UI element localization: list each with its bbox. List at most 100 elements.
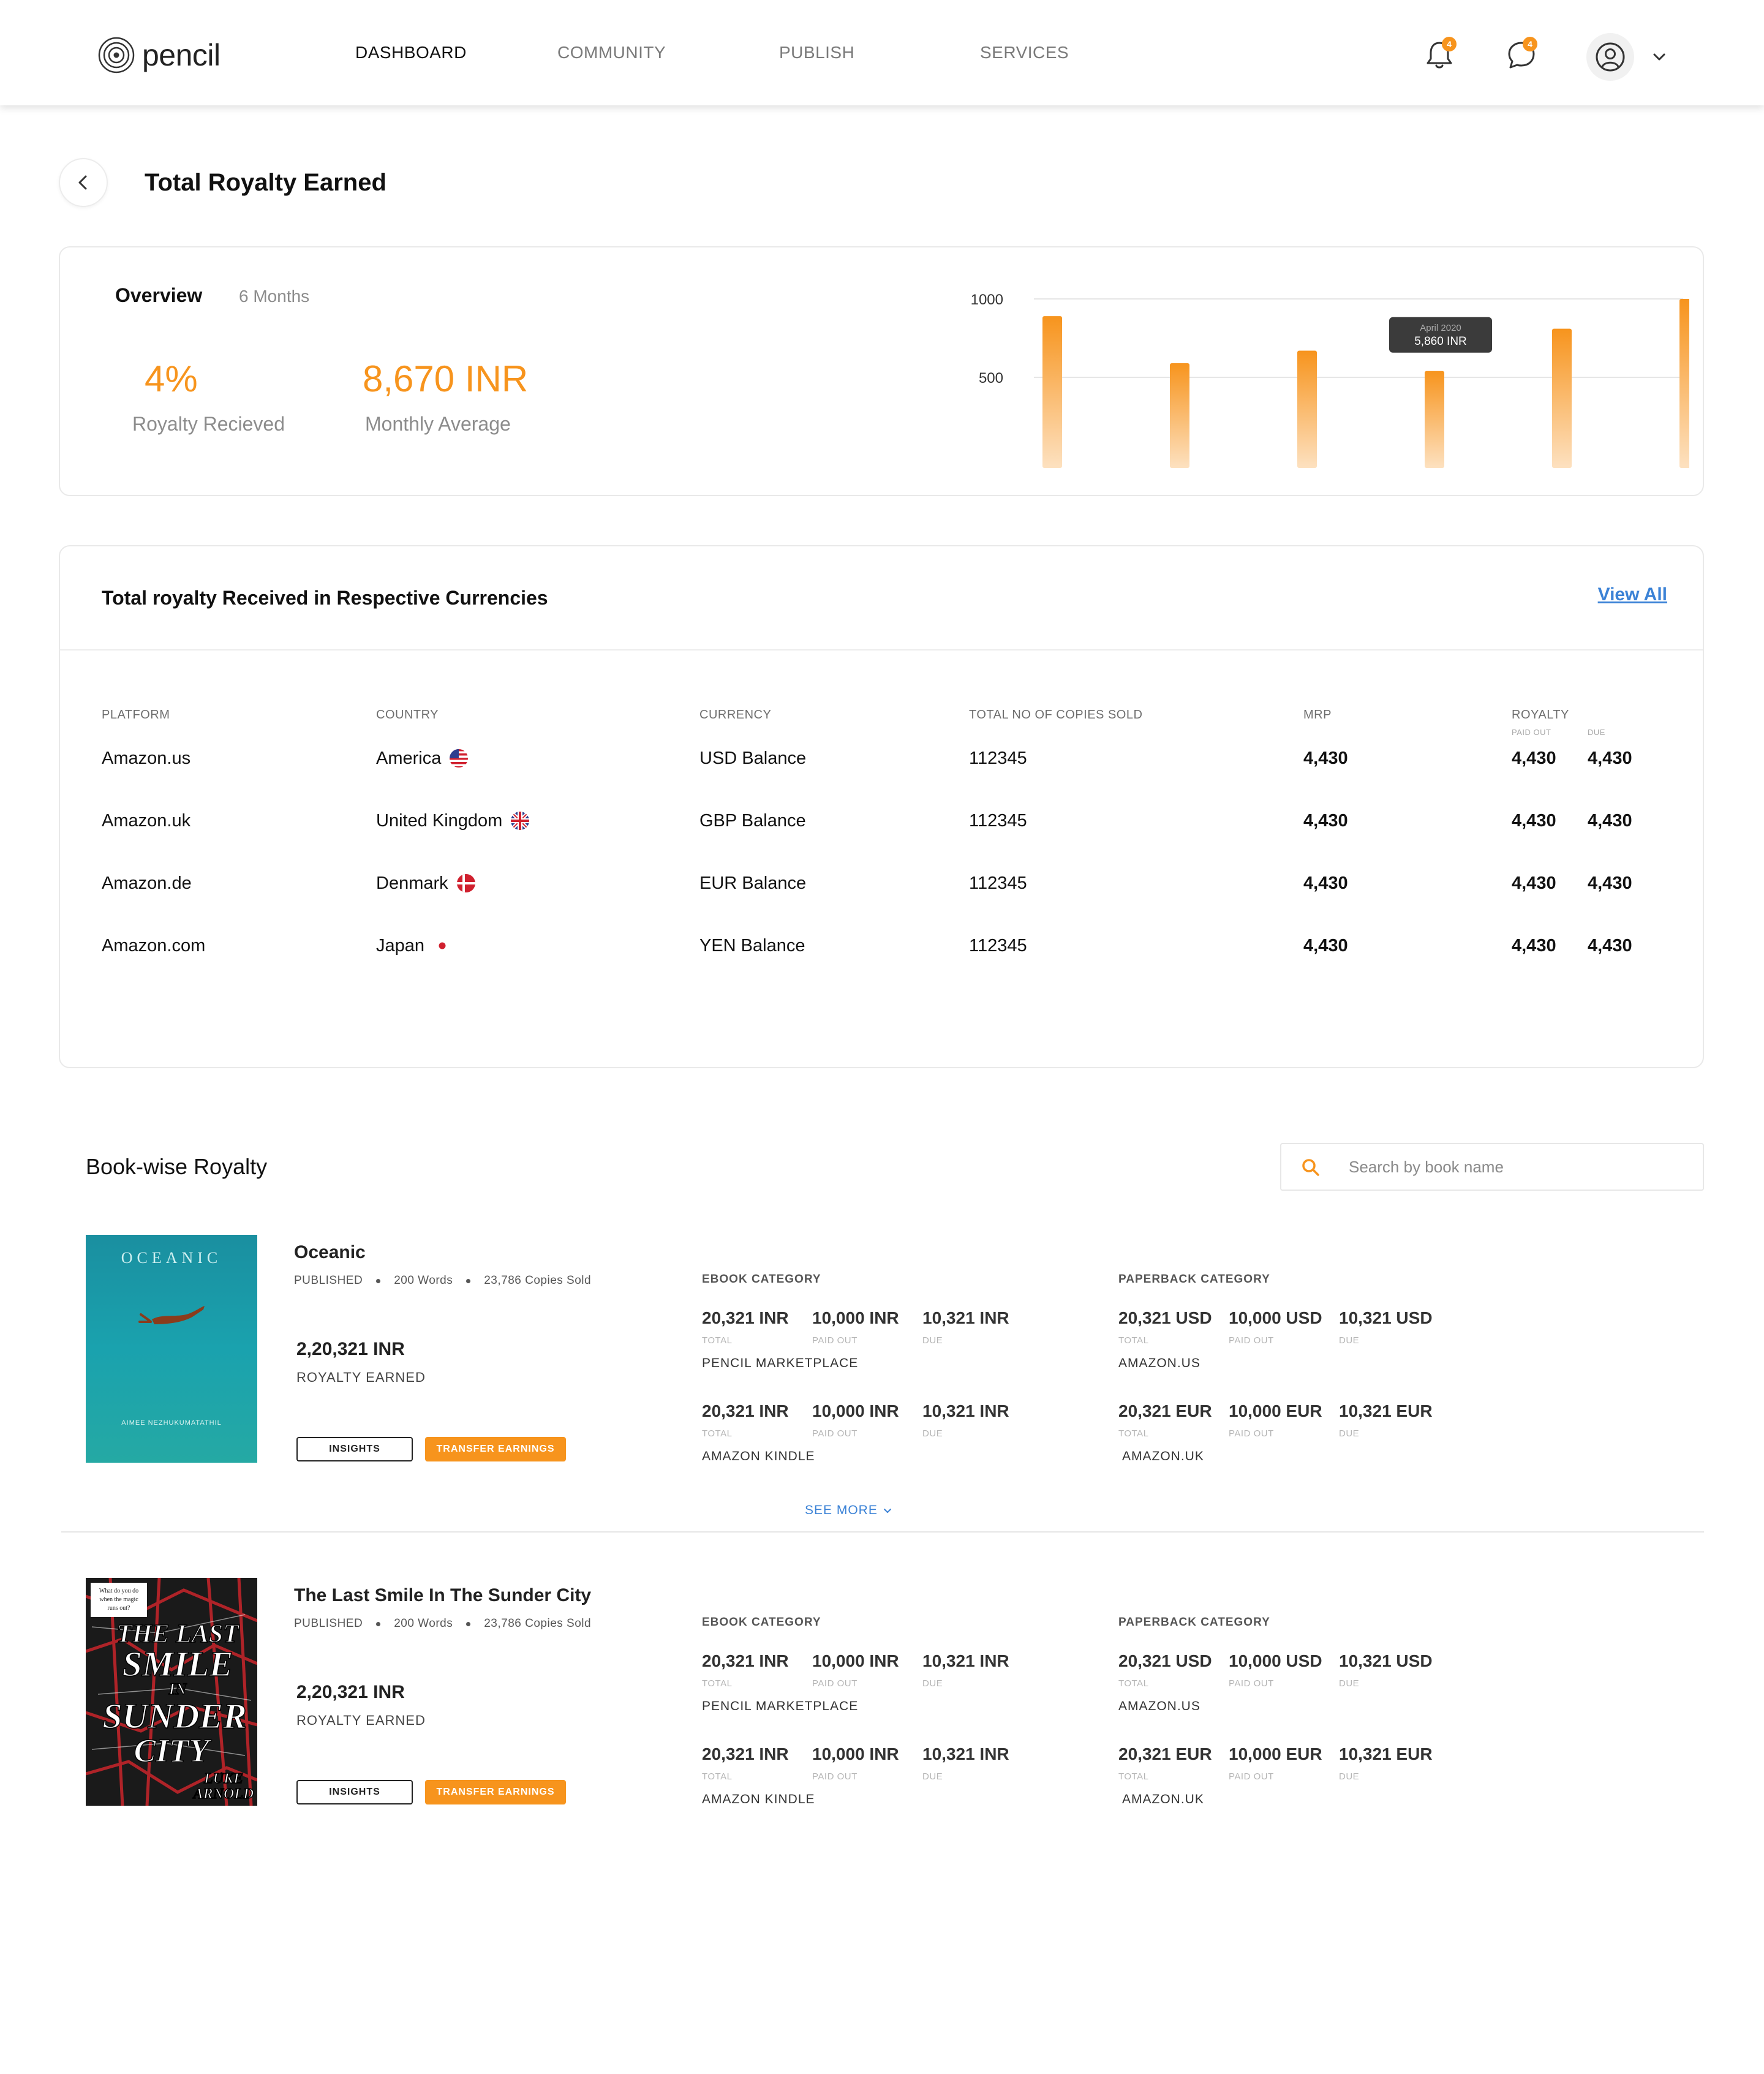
ebook-paid-out: 10,000 INR xyxy=(812,1744,899,1763)
ebook-due: 10,321 INR xyxy=(922,1401,1009,1420)
copies-cell: 112345 xyxy=(969,873,1027,893)
header-paid-out: PAID OUT xyxy=(1512,728,1551,737)
nav-community[interactable]: COMMUNITY xyxy=(557,43,666,62)
royalty-percent-label: Royalty Recieved xyxy=(132,413,285,435)
paperback-total: 20,321 EUR xyxy=(1118,1401,1212,1420)
due-label: DUE xyxy=(1339,1771,1360,1782)
profile-avatar-button[interactable] xyxy=(1586,33,1634,81)
book-cover-oceanic[interactable]: OCEANIC AIMEE NEZHUKUMATATHIL xyxy=(86,1235,257,1463)
tab-six-months[interactable]: 6 Months xyxy=(239,287,309,306)
insights-button[interactable]: INSIGHTS xyxy=(296,1780,413,1804)
japan-flag-icon xyxy=(434,937,451,954)
copies-cell: 112345 xyxy=(969,810,1027,831)
ebook-due: 10,321 INR xyxy=(922,1651,1009,1670)
transfer-earnings-button[interactable]: TRANSFER EARNINGS xyxy=(425,1437,566,1461)
paperback-due: 10,321 EUR xyxy=(1339,1401,1433,1420)
monthly-average-label: Monthly Average xyxy=(365,413,511,435)
due-cell: 4,430 xyxy=(1588,873,1632,893)
cover-title-5: CITY xyxy=(134,1732,212,1769)
cover-tagline-3: runs out? xyxy=(108,1605,131,1612)
book-search[interactable] xyxy=(1280,1143,1704,1191)
header-due: DUE xyxy=(1588,728,1605,737)
country-name: United Kingdom xyxy=(376,810,503,831)
paid-out-label: PAID OUT xyxy=(812,1771,858,1782)
paperback-category-title: PAPERBACK CATEGORY xyxy=(1118,1616,1270,1629)
paperback-platform: AMAZON.US xyxy=(1118,1356,1200,1370)
separator-dot xyxy=(376,1278,381,1283)
nav-services[interactable]: SERVICES xyxy=(980,43,1069,62)
tab-overview[interactable]: Overview xyxy=(115,284,202,307)
tooltip-date: April 2020 xyxy=(1420,323,1461,333)
ebook-paid-out: 10,000 INR xyxy=(812,1401,899,1420)
us-flag-icon xyxy=(450,749,469,767)
cover-tagline-1: What do you do xyxy=(99,1588,138,1594)
total-label: TOTAL xyxy=(702,1428,733,1439)
paperback-paid-out: 10,000 EUR xyxy=(1229,1401,1322,1420)
divider xyxy=(60,649,1703,650)
view-all-link[interactable]: View All xyxy=(1598,584,1667,605)
country-cell: Japan xyxy=(376,933,451,958)
chevron-down-icon xyxy=(883,1509,891,1513)
oceanic-cover-art: OCEANIC AIMEE NEZHUKUMATATHIL xyxy=(86,1235,257,1463)
header-currency: CURRENCY xyxy=(699,708,772,722)
see-more-link[interactable]: SEE MORE xyxy=(805,1503,894,1518)
ebook-platform: AMAZON KINDLE xyxy=(702,1792,815,1806)
chart-svg: 1000500JanFebMarAprApril 20205,860 INRMa… xyxy=(971,292,1702,500)
search-input[interactable] xyxy=(1349,1144,1692,1190)
paid-out-label: PAID OUT xyxy=(812,1678,858,1689)
back-button[interactable] xyxy=(59,158,108,207)
book-meta: PUBLISHED 200 Words 23,786 Copies Sold xyxy=(294,1274,591,1288)
due-cell: 4,430 xyxy=(1588,810,1632,831)
paperback-platform: AMAZON.UK xyxy=(1122,1449,1204,1463)
nav-publish[interactable]: PUBLISH xyxy=(779,43,854,62)
monthly-average-value: 8,670 INR xyxy=(363,358,529,399)
total-label: TOTAL xyxy=(702,1335,733,1346)
ebook-due: 10,321 INR xyxy=(922,1308,1009,1327)
divider xyxy=(61,1531,1704,1533)
total-label: TOTAL xyxy=(1118,1678,1149,1689)
copies-cell: 112345 xyxy=(969,935,1027,956)
country-name: America xyxy=(376,748,442,768)
table-row: Amazon.de Denmark EUR Balance 112345 4,4… xyxy=(60,871,1703,908)
mrp-cell: 4,430 xyxy=(1303,935,1348,956)
paid-out-label: PAID OUT xyxy=(812,1428,858,1439)
book-status: PUBLISHED xyxy=(294,1617,363,1630)
cover-title-4: SUNDER xyxy=(102,1696,246,1736)
copies-cell: 112345 xyxy=(969,748,1027,768)
paperback-total: 20,321 USD xyxy=(1118,1308,1212,1327)
ebook-category-title: EBOOK CATEGORY xyxy=(702,1273,821,1286)
due-label: DUE xyxy=(922,1678,943,1689)
due-cell: 4,430 xyxy=(1588,935,1632,956)
book-cover-last-smile[interactable]: What do you do when the magic runs out? … xyxy=(86,1578,257,1806)
top-header: pencil DASHBOARD COMMUNITY PUBLISH SERVI… xyxy=(0,0,1764,105)
mrp-cell: 4,430 xyxy=(1303,873,1348,893)
messages-button[interactable]: 4 xyxy=(1501,34,1542,76)
mrp-cell: 4,430 xyxy=(1303,810,1348,831)
platform-cell: Amazon.com xyxy=(102,935,206,956)
header-platform: PLATFORM xyxy=(102,708,170,722)
insights-button[interactable]: INSIGHTS xyxy=(296,1437,413,1461)
header-copies-sold: TOTAL NO OF COPIES SOLD xyxy=(969,708,1143,722)
notifications-button[interactable]: 4 xyxy=(1419,34,1460,76)
tooltip-value: 5,860 INR xyxy=(1414,335,1467,348)
pencil-logo[interactable]: pencil xyxy=(97,34,221,76)
cover-title-2: SMILE xyxy=(123,1644,233,1684)
book-title[interactable]: The Last Smile In The Sunder City xyxy=(294,1585,591,1606)
cover-author-2: ARNOLD xyxy=(192,1786,254,1802)
nav-dashboard[interactable]: DASHBOARD xyxy=(355,43,467,62)
book-status: PUBLISHED xyxy=(294,1274,363,1287)
last-smile-cover-art: What do you do when the magic runs out? … xyxy=(86,1578,257,1806)
paperback-due: 10,321 USD xyxy=(1339,1651,1433,1670)
transfer-earnings-button[interactable]: TRANSFER EARNINGS xyxy=(425,1780,566,1804)
due-label: DUE xyxy=(1339,1335,1360,1346)
paid-out-cell: 4,430 xyxy=(1512,748,1556,768)
chevron-down-icon[interactable] xyxy=(1649,47,1670,67)
header-royalty: ROYALTY xyxy=(1512,708,1569,722)
ebook-platform: PENCIL MARKETPLACE xyxy=(702,1699,859,1713)
due-label: DUE xyxy=(922,1335,943,1346)
ebook-total: 20,321 INR xyxy=(702,1308,789,1327)
cover-title-3: IN xyxy=(168,1680,187,1698)
book-title[interactable]: Oceanic xyxy=(294,1242,366,1263)
paperback-paid-out: 10,000 USD xyxy=(1229,1308,1322,1327)
ebook-total: 20,321 INR xyxy=(702,1744,789,1763)
